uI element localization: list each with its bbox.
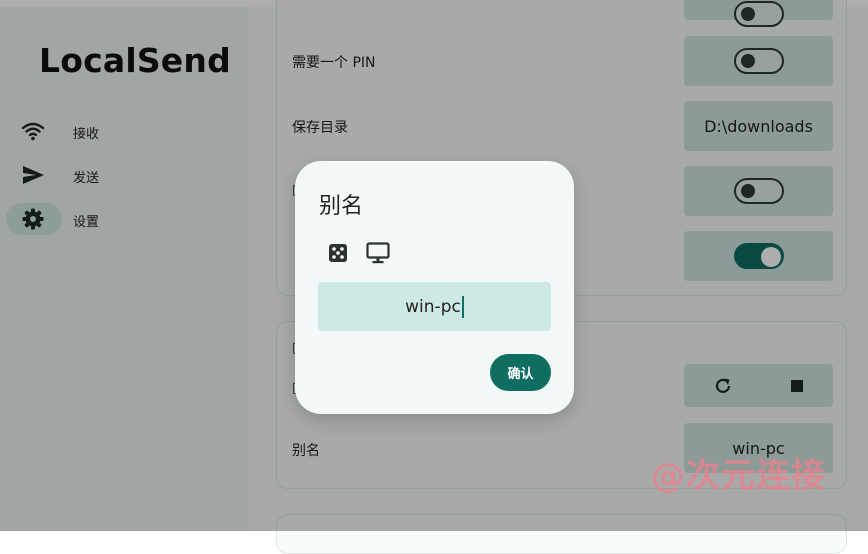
watermark: @次元连接 xyxy=(651,456,826,496)
dice-icon[interactable] xyxy=(326,241,350,265)
alias-input[interactable]: win-pc xyxy=(318,282,551,331)
monitor-icon[interactable] xyxy=(366,241,390,265)
alias-dialog: 别名 win-pc 确认 xyxy=(295,161,574,414)
dialog-title: 别名 xyxy=(319,194,364,219)
text-caret xyxy=(461,295,464,318)
confirm-button[interactable]: 确认 xyxy=(490,354,551,391)
alias-input-value: win-pc xyxy=(405,296,461,317)
